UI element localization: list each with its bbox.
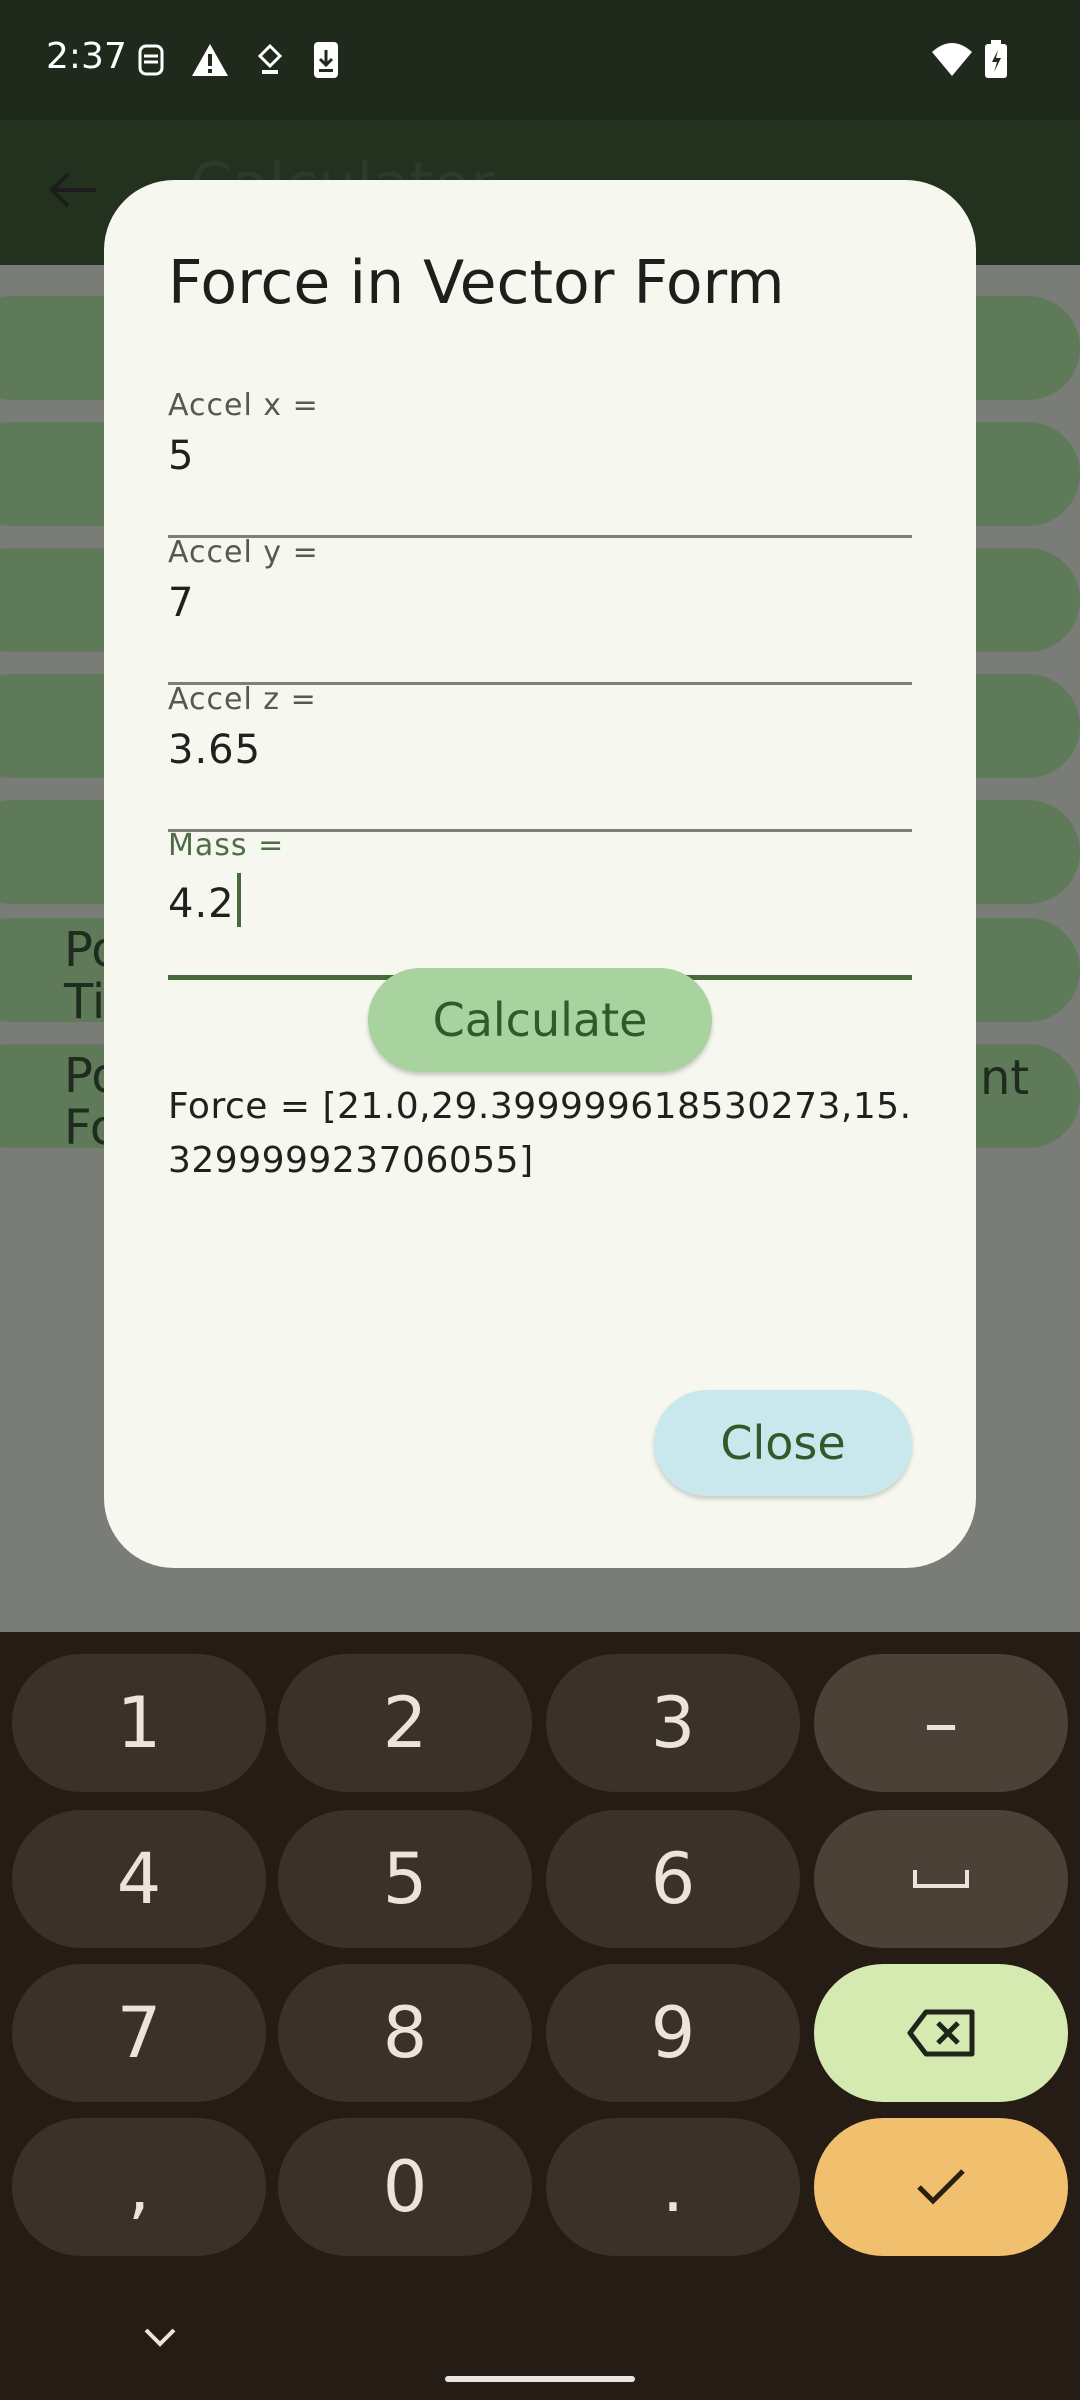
field-label: Accel x = (168, 388, 319, 423)
space-icon (913, 1870, 969, 1888)
accel-y-field[interactable]: Accel y = 7 (168, 535, 912, 685)
key-7[interactable]: 7 (12, 1964, 266, 2102)
calculate-button[interactable]: Calculate (368, 968, 712, 1072)
field-label: Accel z = (168, 682, 317, 717)
force-result: Force = [21.0,29.399999618530273,15.3299… (168, 1086, 912, 1181)
sim-icon (138, 44, 164, 76)
download-icon (314, 42, 338, 78)
key-comma[interactable]: , (12, 2118, 266, 2256)
back-arrow-icon[interactable] (48, 170, 98, 210)
force-dialog: Force in Vector Form Accel x = 5 Accel y… (104, 180, 976, 1568)
battery-icon (985, 40, 1007, 78)
key-2[interactable]: 2 (278, 1654, 532, 1792)
backspace-key[interactable] (814, 1964, 1068, 2102)
field-value[interactable]: 3.65 (168, 727, 912, 773)
key-5[interactable]: 5 (278, 1810, 532, 1948)
key-9[interactable]: 9 (546, 1964, 800, 2102)
field-value-container[interactable]: 4.2 (168, 873, 912, 927)
check-icon (917, 2169, 965, 2205)
key-minus[interactable]: – (814, 1654, 1068, 1792)
key-period[interactable]: . (546, 2118, 800, 2256)
backspace-icon (907, 2009, 975, 2057)
accel-z-field[interactable]: Accel z = 3.65 (168, 682, 912, 832)
status-bar: 2:37 (0, 0, 1080, 120)
field-value[interactable]: 5 (168, 433, 912, 479)
background-item-text: nt (980, 1050, 1030, 1106)
key-8[interactable]: 8 (278, 1964, 532, 2102)
space-key[interactable] (814, 1810, 1068, 1948)
close-button[interactable]: Close (654, 1390, 912, 1496)
done-key[interactable] (814, 2118, 1068, 2256)
mass-field[interactable]: Mass = 4.2 (168, 828, 912, 980)
gesture-nav-bar[interactable] (445, 2376, 635, 2382)
text-cursor (236, 873, 241, 927)
chevron-down-icon[interactable] (138, 2324, 182, 2352)
key-1[interactable]: 1 (12, 1654, 266, 1792)
key-4[interactable]: 4 (12, 1810, 266, 1948)
wifi-icon (932, 43, 972, 76)
field-label: Accel y = (168, 535, 319, 570)
field-value[interactable]: 7 (168, 580, 912, 626)
field-label: Mass = (168, 828, 285, 863)
key-6[interactable]: 6 (546, 1810, 800, 1948)
numeric-keyboard: 1 2 3 – 4 5 6 7 8 9 , 0 . (0, 1632, 1080, 2400)
location-icon (257, 43, 283, 74)
key-0[interactable]: 0 (278, 2118, 532, 2256)
key-3[interactable]: 3 (546, 1654, 800, 1792)
status-time: 2:37 (46, 36, 127, 77)
warning-icon (192, 44, 228, 76)
accel-x-field[interactable]: Accel x = 5 (168, 388, 912, 538)
field-value[interactable]: 4.2 (168, 881, 235, 927)
dialog-title: Force in Vector Form (168, 248, 785, 318)
